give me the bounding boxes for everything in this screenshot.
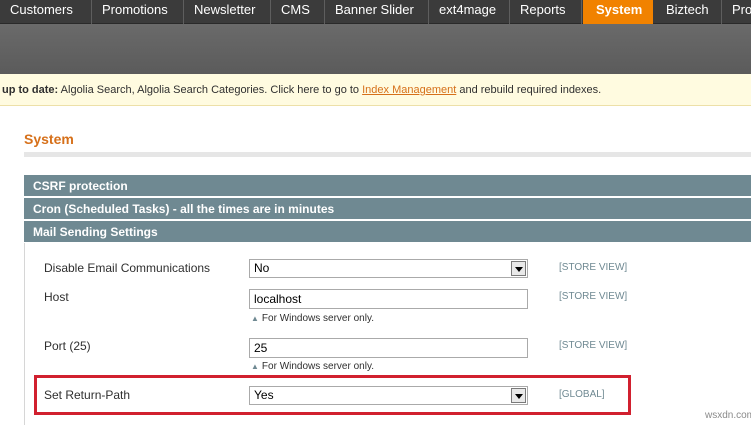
section-cron[interactable]: Cron (Scheduled Tasks) - all the times a…	[24, 198, 751, 220]
host-value: localhost	[254, 292, 302, 306]
disable-email-scope: [STORE VIEW]	[559, 262, 628, 273]
watermark: wsxdn.com	[705, 410, 751, 421]
port-label: Port (25)	[44, 339, 91, 353]
index-notice-banner: up to date: Algolia Search, Algolia Sear…	[0, 74, 751, 106]
nav-label: ext4mage	[439, 2, 497, 17]
sub-header-bar	[0, 24, 751, 74]
note-triangle-icon: ▲	[251, 362, 259, 371]
return-path-highlight	[34, 375, 631, 415]
nav-item-pro[interactable]: Pro	[722, 0, 751, 24]
note-triangle-icon: ▲	[251, 314, 259, 323]
nav-label: System	[596, 2, 643, 17]
nav-item-ext4mage[interactable]: ext4mage	[429, 0, 510, 24]
disable-email-select[interactable]: No	[249, 259, 528, 278]
nav-item-reports[interactable]: Reports	[510, 0, 582, 24]
nav-item-newsletter[interactable]: Newsletter	[184, 0, 271, 24]
nav-label: Promotions	[102, 2, 168, 17]
page-title: System	[24, 131, 74, 147]
disable-email-label: Disable Email Communications	[44, 261, 211, 275]
title-divider	[24, 152, 751, 157]
section-csrf-protection[interactable]: CSRF protection	[24, 175, 751, 197]
nav-label: Pro	[732, 2, 751, 17]
index-management-link[interactable]: Index Management	[362, 84, 456, 96]
nav-label: Newsletter	[194, 2, 256, 17]
nav-item-system[interactable]: System	[583, 0, 653, 24]
nav-item-promotions[interactable]: Promotions	[92, 0, 184, 24]
top-nav: Customers Promotions Newsletter CMS Bann…	[0, 0, 751, 24]
port-note-text: For Windows server only.	[261, 361, 374, 372]
dropdown-arrow-icon[interactable]	[511, 261, 526, 276]
nav-item-biztech[interactable]: Biztech	[654, 0, 722, 24]
port-value: 25	[254, 341, 268, 355]
port-note: ▲ For Windows server only.	[251, 361, 374, 372]
host-note: ▲ For Windows server only.	[251, 313, 374, 324]
host-input[interactable]: localhost	[249, 289, 528, 309]
nav-item-cms[interactable]: CMS	[271, 0, 325, 24]
port-input[interactable]: 25	[249, 338, 528, 358]
nav-label: Reports	[520, 2, 566, 17]
section-mail-sending-settings[interactable]: Mail Sending Settings	[24, 221, 751, 243]
nav-label: Banner Slider	[335, 2, 414, 17]
notice-lead: up to date:	[2, 84, 59, 96]
port-scope: [STORE VIEW]	[559, 340, 628, 351]
disable-email-value: No	[254, 261, 270, 275]
nav-label: Biztech	[666, 2, 709, 17]
notice-text: Algolia Search, Algolia Search Categorie…	[58, 84, 363, 96]
nav-item-banner-slider[interactable]: Banner Slider	[325, 0, 429, 24]
host-scope: [STORE VIEW]	[559, 291, 628, 302]
nav-label: CMS	[281, 2, 310, 17]
nav-item-customers[interactable]: Customers	[0, 0, 92, 24]
notice-tail: and rebuild required indexes.	[456, 84, 602, 96]
host-label: Host	[44, 290, 69, 304]
host-note-text: For Windows server only.	[261, 313, 374, 324]
nav-label: Customers	[10, 2, 73, 17]
